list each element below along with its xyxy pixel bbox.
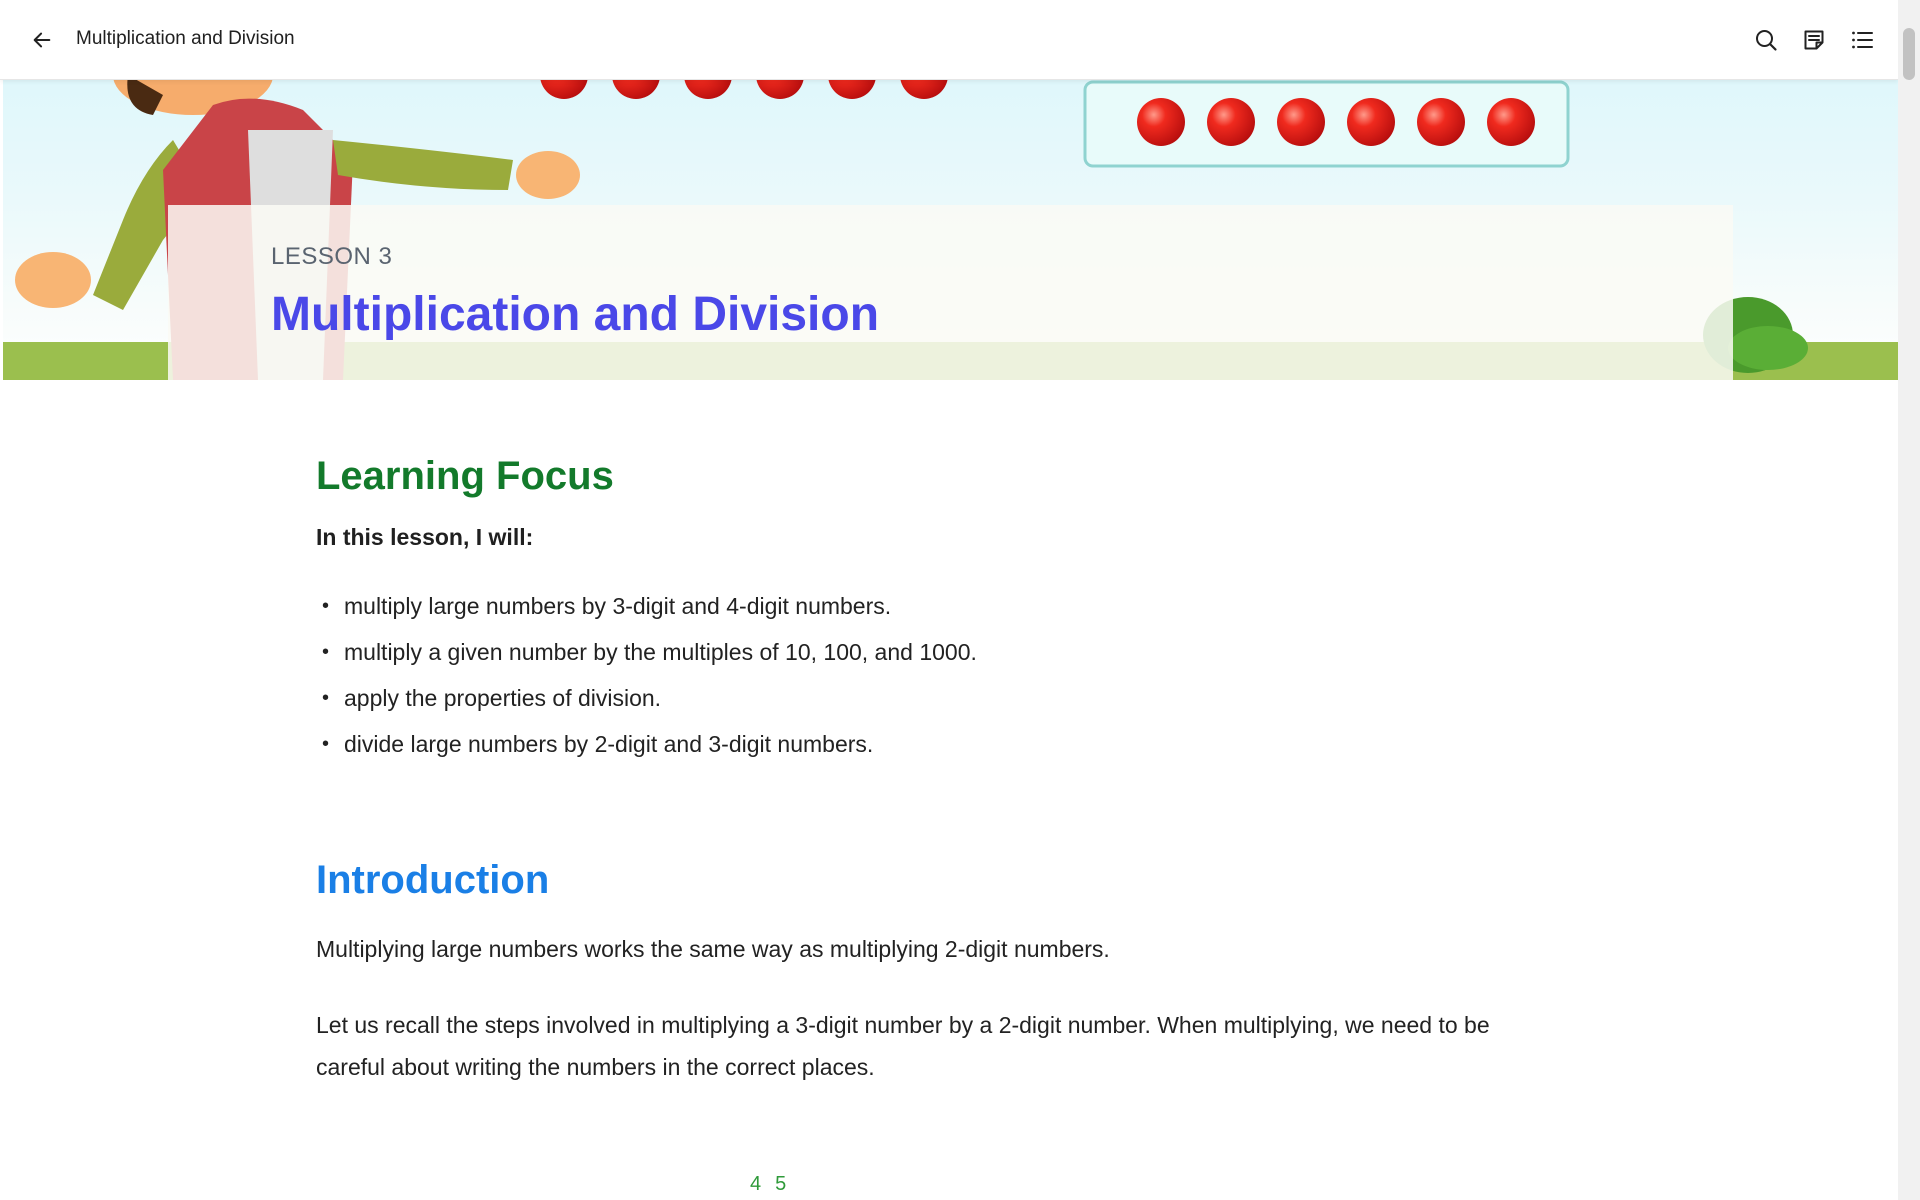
book-title: Multiplication and Division [76,28,295,49]
list-icon [1852,31,1873,49]
page-number[interactable]: 5 [775,1173,786,1196]
back-button[interactable] [28,26,56,54]
top-bar: Multiplication and Division [0,0,1898,80]
introduction-paragraph: Let us recall the steps involved in mult… [316,1012,1490,1080]
notes-button[interactable] [1800,26,1828,54]
list-item: multiply large numbers by 3-digit and 4-… [316,583,977,629]
notes-icon [1804,30,1824,50]
counters-box [1083,80,1570,168]
lesson-number: LESSON 3 [271,243,393,270]
search-icon [1756,30,1777,51]
learning-focus-subheading: In this lesson, I will: [316,524,534,550]
contents-button[interactable] [1848,26,1876,54]
scrollbar[interactable] [1898,0,1920,1200]
search-button[interactable] [1752,26,1780,54]
learning-focus-list: multiply large numbers by 3-digit and 4-… [316,583,977,767]
lesson-banner: LESSON 3 Multiplication and Division [3,80,1898,380]
introduction-heading: Introduction [316,858,550,902]
page-numbers: 4 5 [750,1173,786,1196]
list-item: divide large numbers by 2-digit and 3-di… [316,721,977,767]
scroll-thumb[interactable] [1903,28,1915,80]
learning-focus-heading: Learning Focus [316,454,614,498]
page-number[interactable]: 4 [750,1173,761,1196]
list-item: apply the properties of division. [316,675,977,721]
lesson-title: Multiplication and Division [271,288,880,341]
counters-row-top [540,80,948,99]
lesson-title-card: LESSON 3 Multiplication and Division [168,205,1733,380]
list-item: multiply a given number by the multiples… [316,629,977,675]
arrow-left-icon [33,32,51,48]
introduction-paragraph: Multiplying large numbers works the same… [316,936,1110,962]
